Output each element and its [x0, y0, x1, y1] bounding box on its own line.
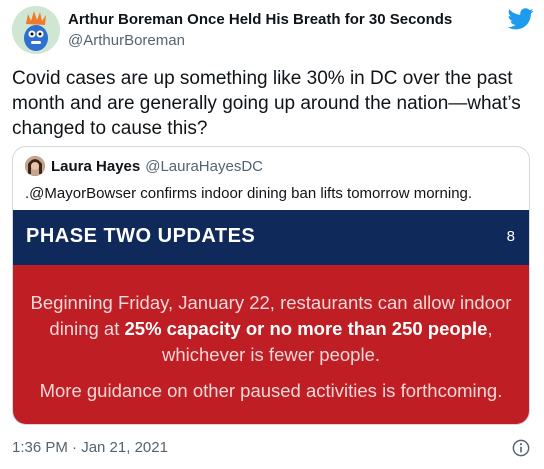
slide-header: PHASE TWO UPDATES 8	[13, 210, 529, 265]
twitter-bird-icon[interactable]	[508, 8, 534, 30]
info-icon[interactable]	[512, 439, 530, 457]
slide-paragraph-1: Beginning Friday, January 22, restaurant…	[21, 290, 521, 368]
tweet-card: Arthur Boreman Once Held His Breath for …	[0, 0, 544, 469]
author-handle[interactable]: @ArthurBoreman	[68, 31, 452, 51]
author-name[interactable]: Arthur Boreman Once Held His Breath for …	[68, 11, 452, 29]
author-info[interactable]: Arthur Boreman Once Held His Breath for …	[68, 11, 452, 51]
slide-title: PHASE TWO UPDATES	[26, 225, 256, 247]
slide-number: 8	[506, 228, 515, 245]
quoted-tweet[interactable]: Laura Hayes @LauraHayesDC .@MayorBowser …	[12, 146, 530, 425]
quoted-author-name: Laura Hayes	[51, 157, 141, 175]
quoted-tweet-text: .@MayorBowser confirms indoor dining ban…	[25, 185, 473, 202]
author-avatar[interactable]	[12, 6, 60, 54]
quoted-tweet-image[interactable]: PHASE TWO UPDATES 8 Beginning Friday, Ja…	[13, 210, 529, 424]
slide-paragraph-2: More guidance on other paused activities…	[39, 380, 503, 401]
tweet-timestamp[interactable]: 1:36 PM · Jan 21, 2021	[12, 439, 168, 456]
quoted-author-avatar	[25, 156, 45, 176]
slide-body: Beginning Friday, January 22, restaurant…	[13, 265, 529, 424]
slide-para1-bold: 25% capacity or no more than 250 people	[124, 318, 488, 339]
quoted-author-handle: @LauraHayesDC	[145, 157, 263, 175]
quoted-tweet-header: Laura Hayes @LauraHayesDC	[25, 156, 263, 176]
tweet-text: Covid cases are up something like 30% in…	[12, 68, 521, 139]
